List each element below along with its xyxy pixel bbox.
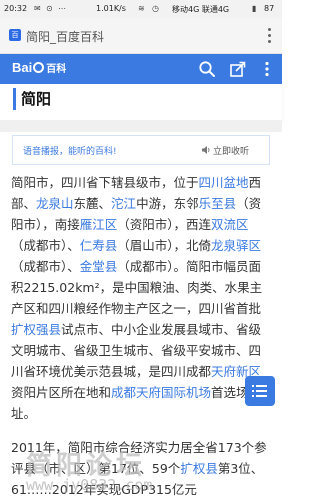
article-text: 东麓、 — [73, 196, 112, 211]
article-link[interactable]: 雁江区 — [80, 217, 118, 232]
article-link[interactable]: 双流区 — [211, 217, 249, 232]
speaker-icon — [201, 145, 211, 155]
network-speed: 1.01K/s — [96, 4, 126, 13]
status-bar: 20:32 ✉ ⊙ ⋯ 1.01K/s ≋ ◷ 移动4G 联通4G ▮ 87 — [0, 0, 282, 18]
article-link[interactable]: 沱江 — [111, 196, 136, 211]
logo-text-right: 百科 — [46, 64, 67, 75]
article-link[interactable]: 龙泉山 — [36, 196, 74, 211]
page-title: 简阳 — [21, 90, 52, 108]
article-text: 资阳片区所在地和 — [11, 385, 112, 400]
article-text: 简阳市，四川省下辖县级市，位于 — [11, 175, 199, 190]
alarm-icon: ◷ — [152, 4, 159, 13]
article-text: （眉山市），北倚 — [117, 238, 212, 253]
notification-icon: ⊙ — [46, 4, 53, 13]
article-text: （资阳市），西连 — [117, 217, 212, 232]
article-link[interactable]: 四川盆地 — [199, 175, 249, 190]
carrier-network: 移动4G 联通4G — [172, 5, 230, 14]
more-notifications-icon: ⋯ — [58, 4, 66, 13]
share-icon[interactable] — [229, 60, 247, 78]
browser-title-bar[interactable]: 百 简阳_百度百科 — [0, 18, 282, 54]
article-body: 简阳市，四川省下辖县级市，位于四川盆地西部、龙泉山东麓、沱江中游，东邻乐至县（资… — [11, 172, 273, 500]
table-of-contents-button[interactable] — [245, 376, 275, 406]
baidu-baike-logo[interactable]: Bai 百科 — [12, 60, 66, 75]
article-link[interactable]: 扩权县 — [180, 461, 218, 476]
status-time: 20:32 — [4, 4, 28, 13]
article-link[interactable]: 龙泉驿区 — [211, 238, 261, 253]
message-icon: ✉ — [34, 4, 41, 13]
article-link[interactable]: 成都天府国际机场 — [111, 385, 211, 400]
browser-menu-icon[interactable] — [264, 25, 274, 45]
listen-now-button[interactable]: 立即收听 — [201, 144, 249, 157]
audio-prompt: 语音播报，能听的百科! — [23, 147, 117, 157]
article-link[interactable]: 乐至县 — [199, 196, 237, 211]
more-menu-icon[interactable] — [258, 60, 276, 78]
article-heading-block: 简阳 — [0, 84, 282, 120]
article-text: （成都市）、 — [11, 238, 80, 253]
article-paragraph: 简阳市，四川省下辖县级市，位于四川盆地西部、龙泉山东麓、沱江中游，东邻乐至县（资… — [11, 172, 273, 424]
article-link[interactable]: 扩权强县 — [11, 322, 61, 337]
battery-level: 87 — [264, 4, 275, 13]
article-link[interactable]: 仁寿县 — [80, 238, 118, 253]
wifi-icon: ≋ — [138, 4, 145, 13]
listen-now-label: 立即收听 — [213, 147, 250, 157]
baike-header: Bai 百科 — [0, 54, 282, 84]
battery-icon: ▮ — [252, 4, 257, 13]
tab-title[interactable]: 简阳_百度百科 — [26, 28, 104, 45]
audio-broadcast-banner[interactable]: 语音播报，能听的百科! 立即收听 — [12, 135, 270, 165]
logo-text-left: Bai — [12, 60, 33, 75]
favicon-icon: 百 — [9, 29, 21, 41]
article-text: 中游，东邻 — [136, 196, 199, 211]
article-paragraph: 2011年，简阳市综合经济实力居全省173个参评县（市、区）第17位、59个扩权… — [11, 437, 273, 500]
article-link[interactable]: 金堂县 — [80, 259, 118, 274]
search-icon[interactable] — [198, 60, 216, 78]
article-text: （成都市）、 — [11, 259, 80, 274]
paw-icon — [33, 62, 45, 73]
heading-accent-bar — [13, 88, 16, 110]
section-divider — [0, 120, 282, 132]
